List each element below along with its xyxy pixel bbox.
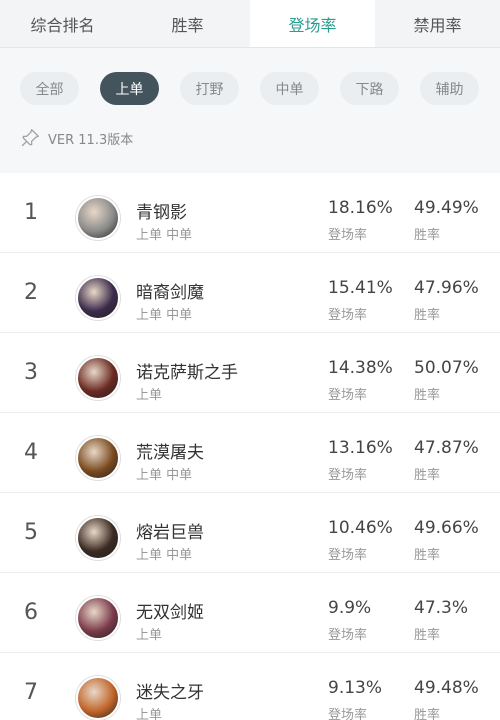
pick-rate-label: 登场率 bbox=[328, 468, 368, 483]
champion-name: 熔岩巨兽 bbox=[136, 523, 204, 543]
pick-rate-value: 15.41% bbox=[328, 278, 393, 298]
win-rate-value: 49.48% bbox=[414, 678, 479, 698]
tab-pick-rate[interactable]: 登场率 bbox=[250, 0, 375, 47]
win-rate-value: 47.87% bbox=[414, 438, 479, 458]
win-rate-label: 胜率 bbox=[414, 468, 441, 483]
filter-top[interactable]: 上单 bbox=[100, 72, 159, 105]
filter-bottom[interactable]: 下路 bbox=[340, 72, 399, 105]
champion-row[interactable]: 5 熔岩巨兽 上单 中单 10.46% 登场率 49.66% 胜率 bbox=[0, 493, 500, 573]
pick-rate-value: 9.9% bbox=[328, 598, 372, 618]
pick-rate-label: 登场率 bbox=[328, 388, 368, 403]
pick-rate-label: 登场率 bbox=[328, 708, 368, 720]
champion-avatar bbox=[76, 356, 120, 400]
champion-name: 迷失之牙 bbox=[136, 683, 204, 703]
pick-rate-value: 9.13% bbox=[328, 678, 383, 698]
version-label: VER 11.3版本 bbox=[48, 132, 134, 148]
champion-roles: 上单 bbox=[136, 708, 163, 720]
rank-number: 1 bbox=[24, 200, 38, 225]
champion-row[interactable]: 3 诺克萨斯之手 上单 14.38% 登场率 50.07% 胜率 bbox=[0, 333, 500, 413]
champion-avatar bbox=[76, 196, 120, 240]
champion-avatar bbox=[76, 276, 120, 320]
rank-number: 6 bbox=[24, 600, 38, 625]
pick-rate-label: 登场率 bbox=[328, 548, 368, 563]
win-rate-label: 胜率 bbox=[414, 388, 441, 403]
rank-number: 2 bbox=[24, 280, 38, 305]
win-rate-label: 胜率 bbox=[414, 708, 441, 720]
champion-roles: 上单 中单 bbox=[136, 468, 193, 483]
champion-name: 荒漠屠夫 bbox=[136, 443, 204, 463]
win-rate-value: 50.07% bbox=[414, 358, 479, 378]
champion-row[interactable]: 2 暗裔剑魔 上单 中单 15.41% 登场率 47.96% 胜率 bbox=[0, 253, 500, 333]
champion-name: 青钢影 bbox=[136, 203, 187, 223]
tab-overall-ranking[interactable]: 综合排名 bbox=[0, 0, 125, 47]
filter-mid[interactable]: 中单 bbox=[260, 72, 319, 105]
pick-rate-value: 13.16% bbox=[328, 438, 393, 458]
rank-number: 4 bbox=[24, 440, 38, 465]
filter-panel: 全部 上单 打野 中单 下路 辅助 VER 11.3版本 bbox=[0, 48, 500, 173]
champion-name: 诺克萨斯之手 bbox=[136, 363, 238, 383]
tab-ban-rate[interactable]: 禁用率 bbox=[375, 0, 500, 47]
champion-name: 暗裔剑魔 bbox=[136, 283, 204, 303]
pick-rate-value: 14.38% bbox=[328, 358, 393, 378]
role-filter-chips: 全部 上单 打野 中单 下路 辅助 bbox=[20, 72, 479, 105]
pick-rate-label: 登场率 bbox=[328, 228, 368, 243]
pin-icon bbox=[21, 129, 39, 147]
filter-jungle[interactable]: 打野 bbox=[180, 72, 239, 105]
pick-rate-label: 登场率 bbox=[328, 308, 368, 323]
champion-avatar bbox=[76, 676, 120, 720]
win-rate-label: 胜率 bbox=[414, 308, 441, 323]
champion-roles: 上单 中单 bbox=[136, 308, 193, 323]
tab-win-rate[interactable]: 胜率 bbox=[125, 0, 250, 47]
ranking-tabs: 综合排名 胜率 登场率 禁用率 bbox=[0, 0, 500, 48]
win-rate-label: 胜率 bbox=[414, 628, 441, 643]
champion-row[interactable]: 7 迷失之牙 上单 9.13% 登场率 49.48% 胜率 bbox=[0, 653, 500, 720]
champion-avatar bbox=[76, 516, 120, 560]
win-rate-value: 49.49% bbox=[414, 198, 479, 218]
win-rate-value: 47.3% bbox=[414, 598, 469, 618]
filter-support[interactable]: 辅助 bbox=[420, 72, 479, 105]
champion-avatar bbox=[76, 596, 120, 640]
win-rate-label: 胜率 bbox=[414, 228, 441, 243]
pick-rate-value: 10.46% bbox=[328, 518, 393, 538]
win-rate-value: 47.96% bbox=[414, 278, 479, 298]
pick-rate-value: 18.16% bbox=[328, 198, 393, 218]
rank-number: 3 bbox=[24, 360, 38, 385]
champion-roles: 上单 中单 bbox=[136, 228, 193, 243]
champion-roles: 上单 bbox=[136, 388, 163, 403]
champion-name: 无双剑姬 bbox=[136, 603, 204, 623]
champion-roles: 上单 中单 bbox=[136, 548, 193, 563]
champion-roles: 上单 bbox=[136, 628, 163, 643]
filter-all[interactable]: 全部 bbox=[20, 72, 79, 105]
rank-number: 7 bbox=[24, 680, 38, 705]
pick-rate-label: 登场率 bbox=[328, 628, 368, 643]
win-rate-value: 49.66% bbox=[414, 518, 479, 538]
champion-row[interactable]: 6 无双剑姬 上单 9.9% 登场率 47.3% 胜率 bbox=[0, 573, 500, 653]
champion-list: 1 青钢影 上单 中单 18.16% 登场率 49.49% 胜率 2 暗裔剑魔 … bbox=[0, 173, 500, 720]
rank-number: 5 bbox=[24, 520, 38, 545]
champion-row[interactable]: 1 青钢影 上单 中单 18.16% 登场率 49.49% 胜率 bbox=[0, 173, 500, 253]
version-info: VER 11.3版本 bbox=[20, 128, 133, 148]
champion-avatar bbox=[76, 436, 120, 480]
win-rate-label: 胜率 bbox=[414, 548, 441, 563]
champion-row[interactable]: 4 荒漠屠夫 上单 中单 13.16% 登场率 47.87% 胜率 bbox=[0, 413, 500, 493]
